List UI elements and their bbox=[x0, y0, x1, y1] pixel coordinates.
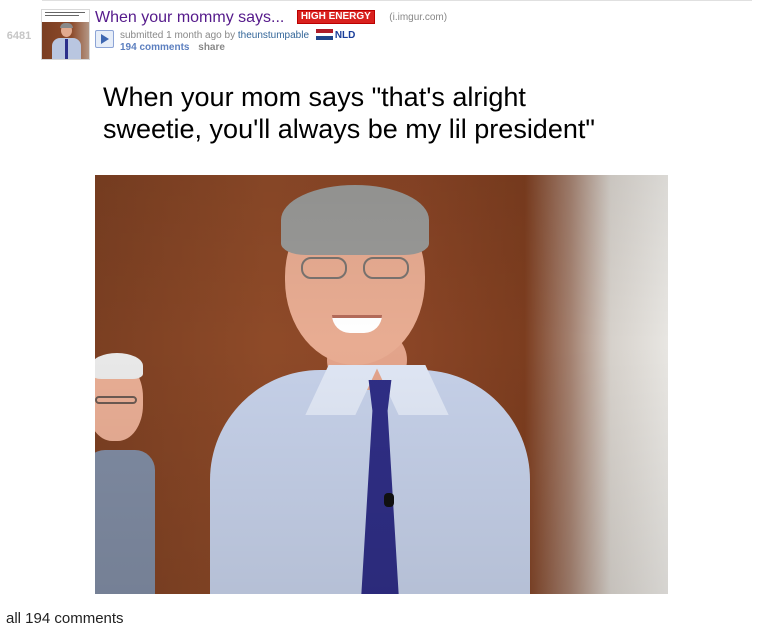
post-buttons: 194 comments share bbox=[120, 42, 231, 53]
link-flair-badge: HIGH ENERGY bbox=[296, 10, 375, 24]
post-thumbnail[interactable] bbox=[41, 9, 90, 60]
meme-photo bbox=[95, 175, 668, 594]
expando-button[interactable] bbox=[95, 30, 114, 48]
meme-caption: When your mom says "that's alright sweet… bbox=[103, 82, 595, 144]
all-comments-heading: all 194 comments bbox=[6, 610, 124, 627]
author-link[interactable]: theunstumpable bbox=[238, 30, 309, 41]
thumbnail-caption-lines bbox=[45, 12, 87, 18]
play-icon bbox=[101, 34, 109, 44]
top-divider bbox=[42, 0, 752, 1]
post-score: 6481 bbox=[6, 30, 32, 42]
submitted-text: submitted 1 month ago by bbox=[120, 30, 236, 41]
post-tagline: submitted 1 month ago by theunstumpable … bbox=[120, 29, 355, 41]
netherlands-flag-icon bbox=[315, 29, 333, 40]
post-domain[interactable]: (i.imgur.com) bbox=[389, 12, 447, 23]
author-flair: NLD bbox=[334, 30, 356, 41]
share-link[interactable]: share bbox=[198, 42, 225, 53]
post-title-link[interactable]: When your mommy says... bbox=[95, 9, 284, 26]
comments-link[interactable]: 194 comments bbox=[120, 42, 189, 53]
post-title-row: When your mommy says... HIGH ENERGY (i.i… bbox=[95, 9, 447, 27]
expanded-image: When your mom says "that's alright sweet… bbox=[93, 63, 668, 594]
